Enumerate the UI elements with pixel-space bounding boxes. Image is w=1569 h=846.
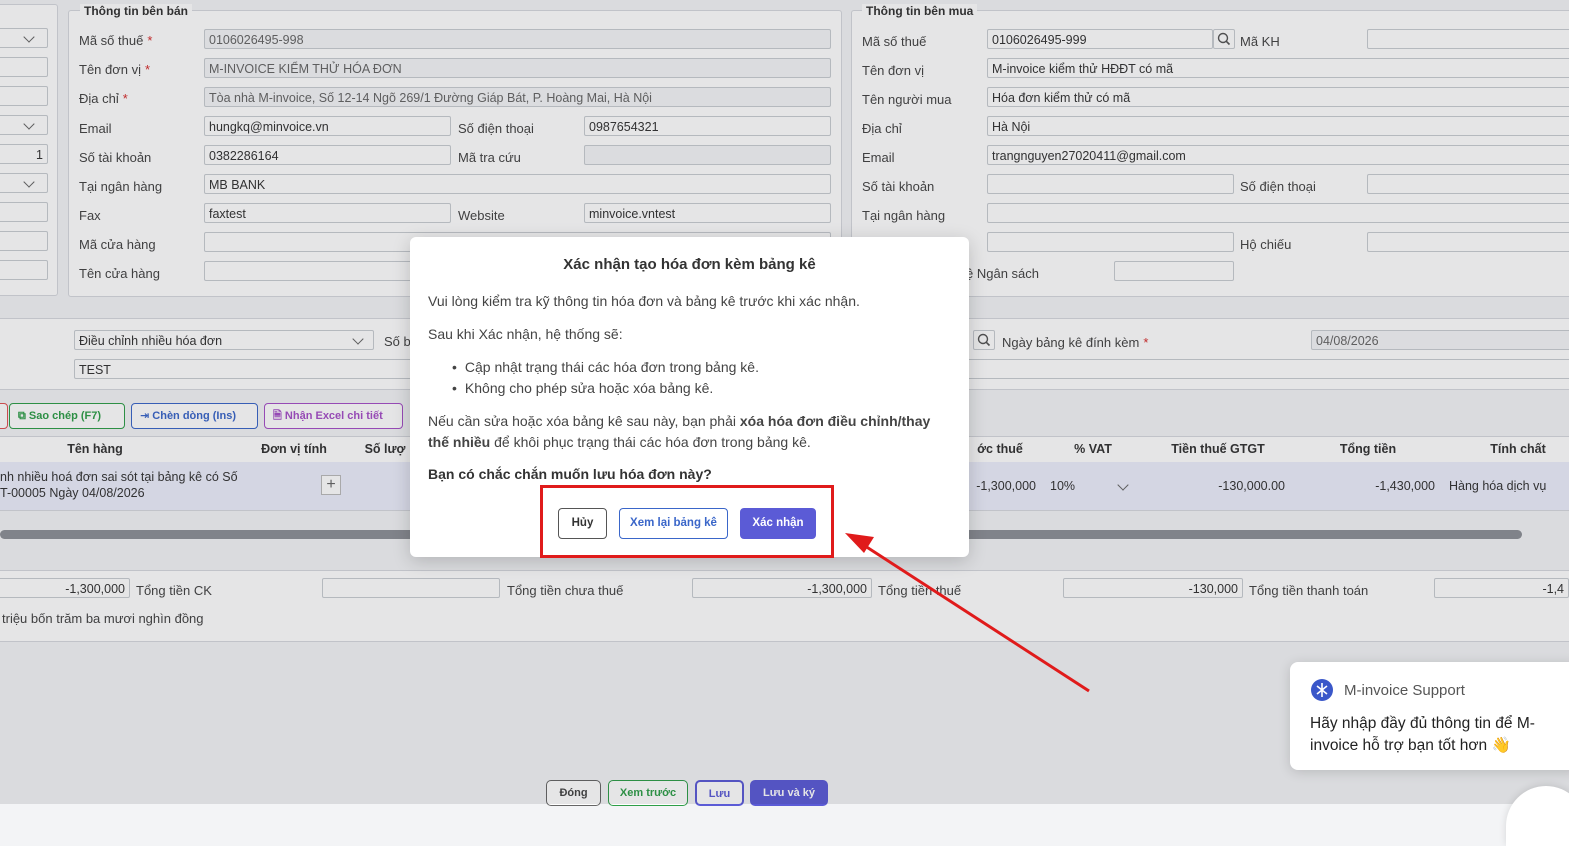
support-chat-popup[interactable]: M-invoice Support Hãy nhập đầy đủ thông …	[1290, 662, 1569, 770]
support-title: M-invoice Support	[1344, 682, 1465, 699]
support-logo-icon	[1311, 679, 1333, 701]
support-message-line2: invoice hỗ trợ bạn tốt hơn 👋	[1310, 737, 1511, 754]
support-message-line1: Hãy nhập đầy đủ thông tin để M-	[1310, 715, 1535, 732]
